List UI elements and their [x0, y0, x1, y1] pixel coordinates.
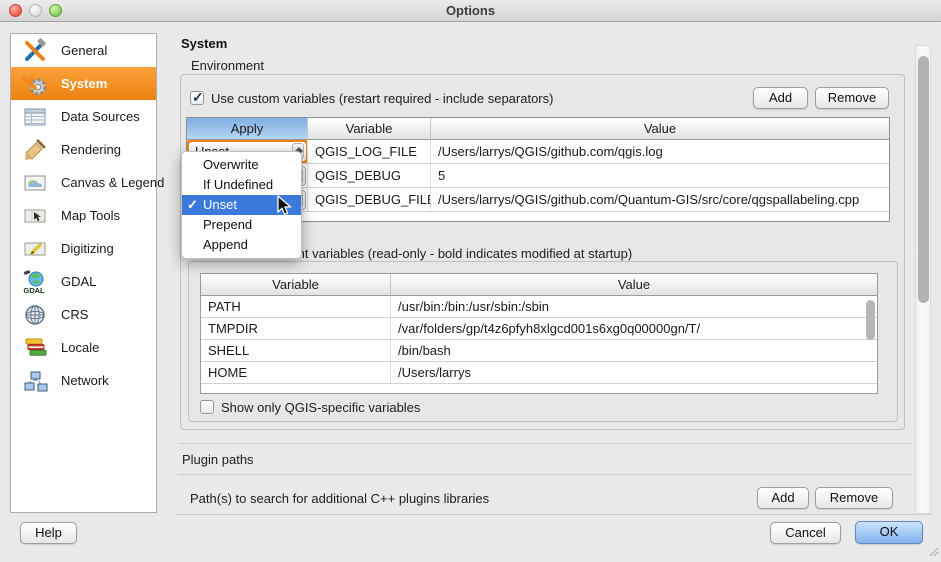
- menu-item-if-undefined[interactable]: If Undefined: [182, 175, 301, 195]
- menu-item-append[interactable]: Append: [182, 235, 301, 255]
- readonly-variables-table: Variable Value PATH /usr/bin:/bin:/usr/s…: [200, 273, 878, 394]
- checkmark-icon: ✓: [187, 195, 198, 215]
- environment-group-label: Environment: [191, 58, 264, 73]
- variable-cell: TMPDIR: [201, 318, 391, 339]
- menu-item-label: Unset: [203, 197, 237, 212]
- variable-cell: SHELL: [201, 340, 391, 361]
- plugin-paths-description: Path(s) to search for additional C++ plu…: [190, 491, 489, 506]
- resize-grip[interactable]: [927, 545, 939, 560]
- menu-item-overwrite[interactable]: Overwrite: [182, 155, 301, 175]
- column-header-value[interactable]: Value: [391, 274, 877, 296]
- content-bottom-divider: [176, 514, 932, 515]
- column-header-apply[interactable]: Apply: [187, 118, 308, 140]
- readonly-variables-table-header: Variable Value: [201, 274, 877, 296]
- env-add-button[interactable]: Add: [753, 87, 808, 109]
- page-title: System: [181, 36, 227, 51]
- sidebar-item-gdal[interactable]: GDAL GDAL: [11, 265, 156, 298]
- value-cell[interactable]: /Users/larrys/QGIS/github.com/Quantum-GI…: [431, 188, 889, 211]
- sidebar-item-data-sources[interactable]: Data Sources: [11, 100, 156, 133]
- sidebar-item-digitizing[interactable]: Digitizing: [11, 232, 156, 265]
- section-divider: [178, 474, 911, 475]
- plugin-paths-section-label: Plugin paths: [182, 452, 254, 467]
- sidebar-item-general[interactable]: General: [11, 34, 156, 67]
- sidebar-item-label: System: [61, 76, 107, 91]
- system-gear-wrench-icon: [19, 70, 51, 98]
- column-header-variable[interactable]: Variable: [201, 274, 391, 296]
- custom-variables-table-header: Apply Variable Value: [187, 118, 889, 140]
- mouse-cursor-icon: [276, 195, 296, 220]
- variable-cell[interactable]: QGIS_DEBUG: [308, 164, 431, 187]
- plugin-paths-remove-button[interactable]: Remove: [815, 487, 893, 509]
- map-pencil-icon: [19, 235, 51, 263]
- sidebar-item-canvas-legend[interactable]: Canvas & Legend: [11, 166, 156, 199]
- titlebar: Options: [0, 0, 941, 22]
- sidebar-item-label: General: [61, 43, 107, 58]
- plugin-paths-add-button[interactable]: Add: [757, 487, 809, 509]
- sidebar-item-map-tools[interactable]: Map Tools: [11, 199, 156, 232]
- window-title: Options: [0, 3, 941, 18]
- value-cell: /usr/bin:/bin:/usr/sbin:/sbin: [391, 296, 877, 317]
- value-cell: /Users/larrys: [391, 362, 877, 383]
- table-icon: [19, 103, 51, 131]
- svg-text:GDAL: GDAL: [23, 286, 45, 295]
- checkmark-icon: ✓: [192, 89, 204, 106]
- env-remove-button[interactable]: Remove: [815, 87, 889, 109]
- options-dialog: Options General System Data Sources Rend…: [0, 0, 941, 562]
- map-cursor-icon: [19, 202, 51, 230]
- network-computers-icon: [19, 367, 51, 395]
- use-custom-variables-checkbox[interactable]: ✓: [190, 91, 204, 105]
- sidebar-item-label: Rendering: [61, 142, 121, 157]
- use-custom-variables-label: Use custom variables (restart required -…: [211, 91, 553, 106]
- map-canvas-icon: [19, 169, 51, 197]
- sidebar-item-label: Canvas & Legend: [61, 175, 164, 190]
- table-row[interactable]: SHELL /bin/bash: [201, 340, 877, 362]
- settings-sidebar: General System Data Sources Rendering Ca…: [10, 33, 157, 513]
- table-row[interactable]: PATH /usr/bin:/bin:/usr/sbin:/sbin: [201, 296, 877, 318]
- sidebar-item-label: Map Tools: [61, 208, 120, 223]
- column-header-value[interactable]: Value: [431, 118, 889, 140]
- table-row[interactable]: HOME /Users/larrys: [201, 362, 877, 384]
- sidebar-item-label: GDAL: [61, 274, 96, 289]
- globe-grid-icon: [19, 301, 51, 329]
- table-row[interactable]: TMPDIR /var/folders/gp/t4z6pfyh8xlgcd001…: [201, 318, 877, 340]
- value-cell[interactable]: 5: [431, 164, 889, 187]
- sidebar-item-locale[interactable]: Locale: [11, 331, 156, 364]
- sidebar-item-rendering[interactable]: Rendering: [11, 133, 156, 166]
- value-cell: /var/folders/gp/t4z6pfyh8xlgcd001s6xg0q0…: [391, 318, 877, 339]
- scrollbar-thumb[interactable]: [918, 56, 929, 303]
- show-only-qgis-label: Show only QGIS-specific variables: [221, 400, 420, 415]
- variable-cell[interactable]: QGIS_LOG_FILE: [308, 140, 431, 163]
- variable-cell[interactable]: QGIS_DEBUG_FILE: [308, 188, 431, 211]
- sidebar-item-label: Network: [61, 373, 109, 388]
- variable-cell: HOME: [201, 362, 391, 383]
- value-cell: /bin/bash: [391, 340, 877, 361]
- sidebar-item-network[interactable]: Network: [11, 364, 156, 397]
- section-divider: [178, 443, 911, 444]
- variable-cell: PATH: [201, 296, 391, 317]
- sidebar-item-label: Locale: [61, 340, 99, 355]
- paintbrush-icon: [19, 136, 51, 164]
- show-only-qgis-checkbox[interactable]: [200, 400, 214, 414]
- vertical-scrollbar[interactable]: [915, 45, 931, 514]
- sidebar-item-label: CRS: [61, 307, 88, 322]
- sidebar-item-label: Data Sources: [61, 109, 140, 124]
- value-cell[interactable]: /Users/larrys/QGIS/github.com/qgis.log: [431, 140, 889, 163]
- inner-scrollbar-thumb[interactable]: [866, 300, 875, 340]
- column-header-variable[interactable]: Variable: [308, 118, 431, 140]
- gdal-globe-icon: GDAL: [19, 268, 51, 296]
- ok-button[interactable]: OK: [855, 521, 923, 544]
- flags-icon: [19, 334, 51, 362]
- cancel-button[interactable]: Cancel: [770, 522, 841, 544]
- sidebar-item-label: Digitizing: [61, 241, 114, 256]
- sidebar-item-system[interactable]: System: [11, 67, 156, 100]
- sidebar-item-crs[interactable]: CRS: [11, 298, 156, 331]
- tools-icon: [19, 37, 51, 65]
- help-button[interactable]: Help: [20, 522, 77, 544]
